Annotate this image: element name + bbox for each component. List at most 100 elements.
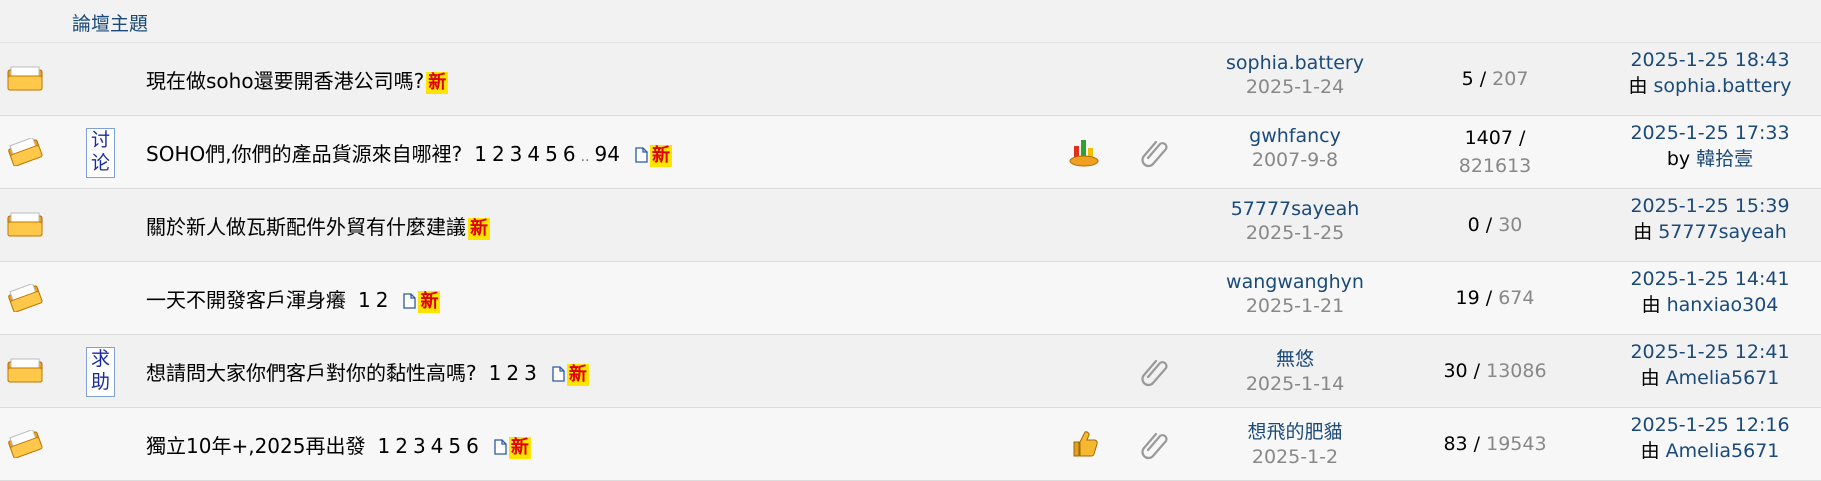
last-post: 2025-1-25 12:41 由 Amelia5671 — [1600, 341, 1820, 390]
page-link[interactable]: 6 — [466, 434, 479, 458]
thumbs-up-icon — [1068, 428, 1100, 460]
last-post-user-link[interactable]: Amelia5671 — [1666, 367, 1780, 389]
page-links: 123 — [489, 361, 542, 385]
attachment-icon — [1140, 136, 1172, 168]
hot-icon — [1068, 136, 1100, 168]
new-window-icon[interactable] — [552, 363, 565, 387]
thread-subject: SOHO們,你們的產品貨源來自哪裡? 1 2 3 4 5 6.. 94 新 — [146, 138, 672, 168]
new-badge: 新 — [566, 364, 589, 386]
forum-header: 論壇主題 — [0, 0, 1821, 43]
thread-author: 57777sayeah 2025-1-25 — [1190, 198, 1400, 244]
thread-title-link[interactable]: 獨立10年+,2025再出發 — [146, 434, 365, 458]
last-post-time-link[interactable]: 2025-1-25 14:41 — [1600, 268, 1820, 290]
last-post: 2025-1-25 15:39 由 57777sayeah — [1600, 195, 1820, 244]
post-date: 2007-9-8 — [1251, 149, 1339, 171]
view-count: 30 — [1498, 214, 1523, 236]
reply-count: 30 — [1443, 360, 1468, 382]
page-link[interactable]: 1 — [377, 434, 390, 458]
reply-count: 19 — [1455, 287, 1480, 309]
last-post: 2025-1-25 17:33 by 韓拾壹 — [1600, 122, 1820, 171]
thread-stats: 30 / 13086 — [1443, 360, 1547, 382]
thread-stats: 1407 / 821613 — [1458, 127, 1532, 177]
last-post-time-link[interactable]: 2025-1-25 15:39 — [1600, 195, 1820, 217]
thread-stats: 5 / 207 — [1461, 68, 1529, 90]
thread-author: 想飛的肥貓 2025-1-2 — [1190, 417, 1400, 468]
last-post-time-link[interactable]: 2025-1-25 18:43 — [1600, 49, 1820, 71]
author-name-link[interactable]: sophia.battery — [1190, 52, 1400, 74]
new-badge: 新 — [508, 437, 531, 459]
author-name-link[interactable]: wangwanghyn — [1190, 271, 1400, 293]
page-link[interactable]: 4 — [527, 142, 540, 166]
new-badge: 新 — [649, 145, 672, 167]
author-name-link[interactable]: 想飛的肥貓 — [1190, 417, 1400, 444]
page-link[interactable]: 2 — [376, 288, 389, 312]
thread-title-link[interactable]: 一天不開發客戶渾身癢 — [146, 288, 346, 312]
last-post-by-label: 由 — [1640, 440, 1660, 462]
page-link[interactable]: 2 — [506, 361, 519, 385]
thread-author: wangwanghyn 2025-1-21 — [1190, 271, 1400, 317]
thread-row: 讨论 SOHO們,你們的產品貨源來自哪裡? 1 2 3 4 5 6.. 94 新 gwhfancy 2… — [0, 116, 1821, 189]
last-post-user-link[interactable]: sophia.battery — [1654, 75, 1792, 97]
view-count: 19543 — [1486, 433, 1547, 455]
reply-count: 83 — [1443, 433, 1468, 455]
page-link[interactable]: 1 — [358, 288, 371, 312]
column-title-topics: 論壇主題 — [72, 13, 149, 35]
page-link-last[interactable]: 94 — [595, 142, 620, 166]
view-count: 674 — [1498, 287, 1535, 309]
reply-count: 1407 — [1464, 127, 1513, 149]
new-window-icon[interactable] — [494, 436, 507, 460]
thread-title-link[interactable]: 想請問大家你們客戶對你的黏性高嗎? — [146, 361, 477, 385]
thread-tag-icon[interactable]: 讨论 — [86, 128, 115, 178]
last-post: 2025-1-25 12:16 由 Amelia5671 — [1600, 414, 1820, 463]
last-post-time-link[interactable]: 2025-1-25 12:16 — [1600, 414, 1820, 436]
page-link[interactable]: 3 — [413, 434, 426, 458]
new-badge: 新 — [468, 218, 490, 240]
thread-row: 一天不開發客戶渾身癢 1 2 新 wangwanghyn 2025-1-21 19 / 67… — [0, 262, 1821, 335]
last-post-user-link[interactable]: hanxiao304 — [1667, 294, 1779, 316]
thread-author: gwhfancy 2007-9-8 — [1190, 125, 1400, 171]
new-window-icon[interactable] — [403, 290, 417, 314]
thread-author: 無悠 2025-1-14 — [1190, 344, 1400, 395]
last-post-user-link[interactable]: 韓拾壹 — [1696, 148, 1753, 170]
folder-icon — [6, 211, 44, 239]
page-link[interactable]: 3 — [524, 361, 537, 385]
folder-icon — [6, 428, 44, 459]
last-post-time-link[interactable]: 2025-1-25 12:41 — [1600, 341, 1820, 363]
page-link[interactable]: 3 — [510, 142, 523, 166]
new-window-icon[interactable] — [635, 144, 648, 168]
post-date: 2025-1-14 — [1245, 373, 1345, 395]
last-post-time-link[interactable]: 2025-1-25 17:33 — [1600, 122, 1820, 144]
page-link[interactable]: 4 — [431, 434, 444, 458]
thread-tag-icon[interactable]: 求助 — [86, 347, 115, 397]
page-link[interactable]: 5 — [448, 434, 461, 458]
view-count: 13086 — [1486, 360, 1547, 382]
view-count: 821613 — [1458, 155, 1532, 177]
page-link[interactable]: 5 — [545, 142, 558, 166]
page-links: 1 2 3 4 5 6.. 94 — [474, 142, 625, 166]
author-name-link[interactable]: 無悠 — [1190, 344, 1400, 371]
reply-count: 0 — [1467, 214, 1480, 236]
thread-stats: 19 / 674 — [1455, 287, 1535, 309]
thread-title-link[interactable]: 關於新人做瓦斯配件外貿有什麼建議 — [146, 215, 466, 239]
page-ellipsis: .. — [580, 149, 590, 165]
thread-subject: 現在做soho還要開香港公司嗎? 新 — [146, 65, 449, 94]
thread-title-link[interactable]: SOHO們,你們的產品貨源來自哪裡? — [146, 142, 462, 166]
last-post-by-label: 由 — [1641, 294, 1661, 316]
author-name-link[interactable]: 57777sayeah — [1190, 198, 1400, 220]
last-post-by-label: 由 — [1628, 75, 1648, 97]
last-post-user-link[interactable]: Amelia5671 — [1666, 440, 1780, 462]
last-post-user-link[interactable]: 57777sayeah — [1658, 221, 1787, 243]
thread-title-link[interactable]: 現在做soho還要開香港公司嗎? — [146, 69, 424, 93]
last-post-by-label: by — [1666, 148, 1691, 170]
page-link[interactable]: 6 — [563, 142, 576, 166]
author-name-link[interactable]: gwhfancy — [1190, 125, 1400, 147]
folder-icon — [6, 282, 44, 313]
page-link[interactable]: 1 — [474, 142, 487, 166]
post-date: 2025-1-25 — [1245, 222, 1345, 244]
last-post: 2025-1-25 18:43 由 sophia.battery — [1600, 49, 1820, 98]
folder-icon — [6, 136, 44, 167]
thread-subject: 關於新人做瓦斯配件外貿有什麼建議新 — [146, 211, 490, 240]
page-link[interactable]: 2 — [395, 434, 408, 458]
page-link[interactable]: 1 — [489, 361, 502, 385]
page-link[interactable]: 2 — [492, 142, 505, 166]
